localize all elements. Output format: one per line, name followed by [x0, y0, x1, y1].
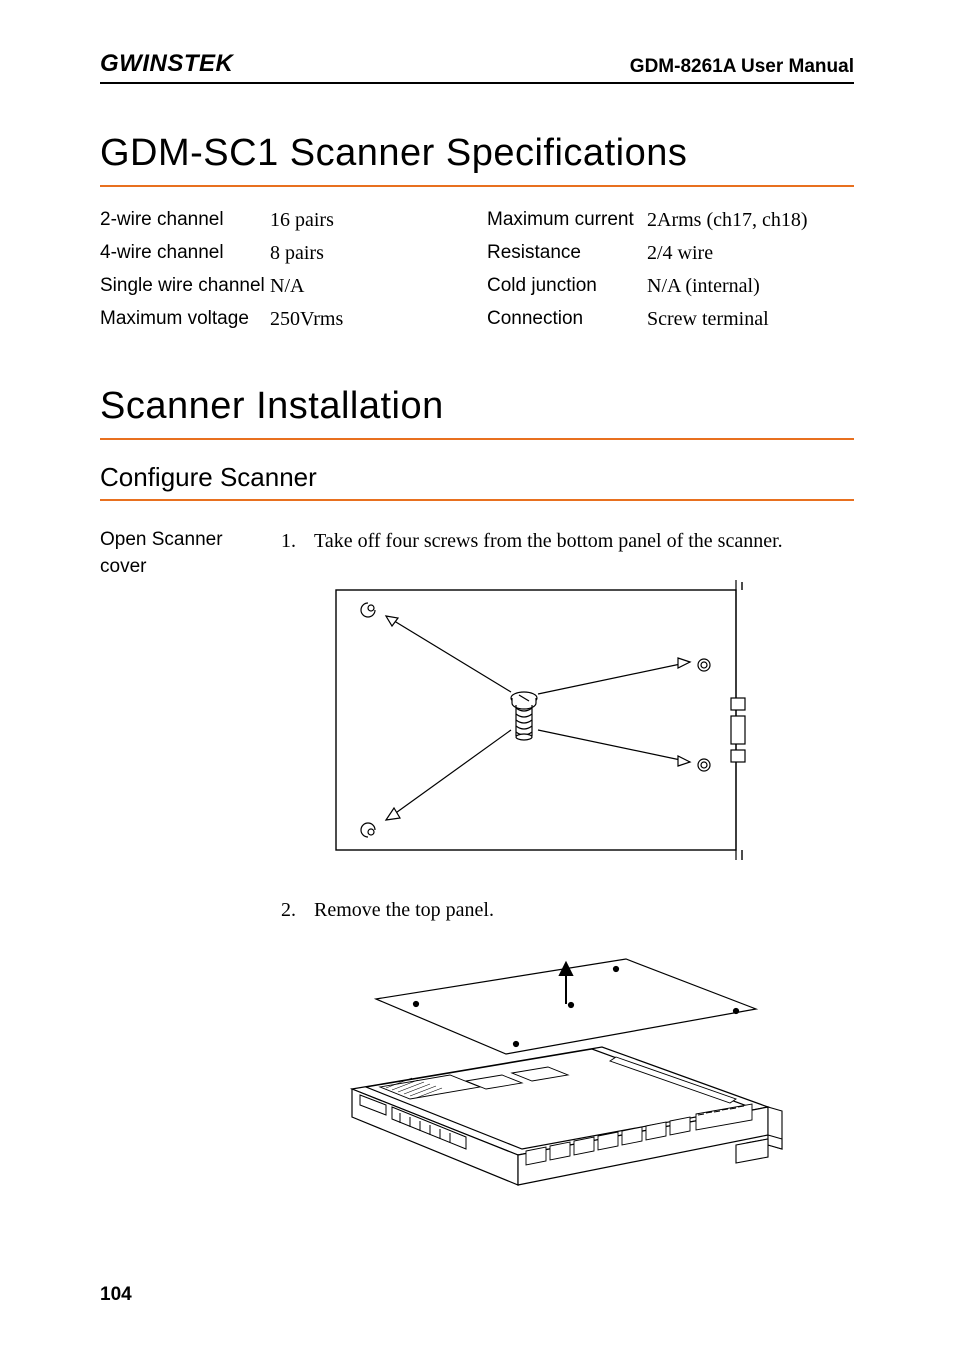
spec-label: 4-wire channel [100, 242, 270, 264]
section-heading-specs: GDM-SC1 Scanner Specifications [100, 132, 854, 187]
spec-label: Cold junction [487, 275, 647, 297]
figure-remove-top-panel [316, 939, 854, 1199]
section-heading-install: Scanner Installation [100, 385, 854, 440]
spec-label: Connection [487, 308, 647, 330]
spec-value: 16 pairs [270, 209, 467, 232]
diagram-top-panel-icon [316, 939, 796, 1199]
spec-value: 2/4 wire [647, 242, 854, 265]
spec-value: 8 pairs [270, 242, 467, 265]
spec-row: Single wire channel N/A [100, 275, 467, 298]
spec-col-right: Maximum current 2Arms (ch17, ch18) Resis… [487, 209, 854, 341]
step-side-label: Open Scanner cover [100, 527, 260, 580]
page-header: GWINSTEK GDM-8261A User Manual [100, 50, 854, 84]
spec-value: 250Vrms [270, 308, 467, 331]
step-item-1: 1. Take off four screws from the bottom … [278, 527, 854, 556]
spec-row: Cold junction N/A (internal) [487, 275, 854, 298]
step-number: 1. [278, 527, 296, 556]
spec-row: 4-wire channel 8 pairs [100, 242, 467, 265]
subsection-heading-configure: Configure Scanner [100, 462, 854, 501]
spec-label: Maximum current [487, 209, 647, 231]
spec-row: 2-wire channel 16 pairs [100, 209, 467, 232]
spec-value: Screw terminal [647, 308, 854, 331]
spec-label: 2-wire channel [100, 209, 270, 231]
step-item-2: 2. Remove the top panel. [278, 896, 854, 925]
step-body: 1. Take off four screws from the bottom … [278, 527, 854, 1225]
diagram-screws-icon [316, 570, 756, 870]
step-text: Remove the top panel. [314, 896, 854, 925]
spec-label: Single wire channel [100, 275, 270, 297]
step-number: 2. [278, 896, 296, 925]
spec-label: Maximum voltage [100, 308, 270, 330]
step-text: Take off four screws from the bottom pan… [314, 527, 854, 556]
page-number: 104 [100, 1284, 132, 1306]
spec-label: Resistance [487, 242, 647, 264]
spec-table: 2-wire channel 16 pairs 4-wire channel 8… [100, 209, 854, 341]
spec-row: Resistance 2/4 wire [487, 242, 854, 265]
spec-row: Maximum voltage 250Vrms [100, 308, 467, 331]
brand-logo: GWINSTEK [100, 50, 233, 78]
figure-bottom-panel-screws [316, 570, 854, 870]
spec-value: N/A (internal) [647, 275, 854, 298]
spec-row: Connection Screw terminal [487, 308, 854, 331]
manual-title: GDM-8261A User Manual [630, 56, 854, 78]
spec-value: N/A [270, 275, 467, 298]
spec-row: Maximum current 2Arms (ch17, ch18) [487, 209, 854, 232]
spec-value: 2Arms (ch17, ch18) [647, 209, 854, 232]
spec-col-left: 2-wire channel 16 pairs 4-wire channel 8… [100, 209, 467, 341]
step-block: Open Scanner cover 1. Take off four scre… [100, 527, 854, 1225]
